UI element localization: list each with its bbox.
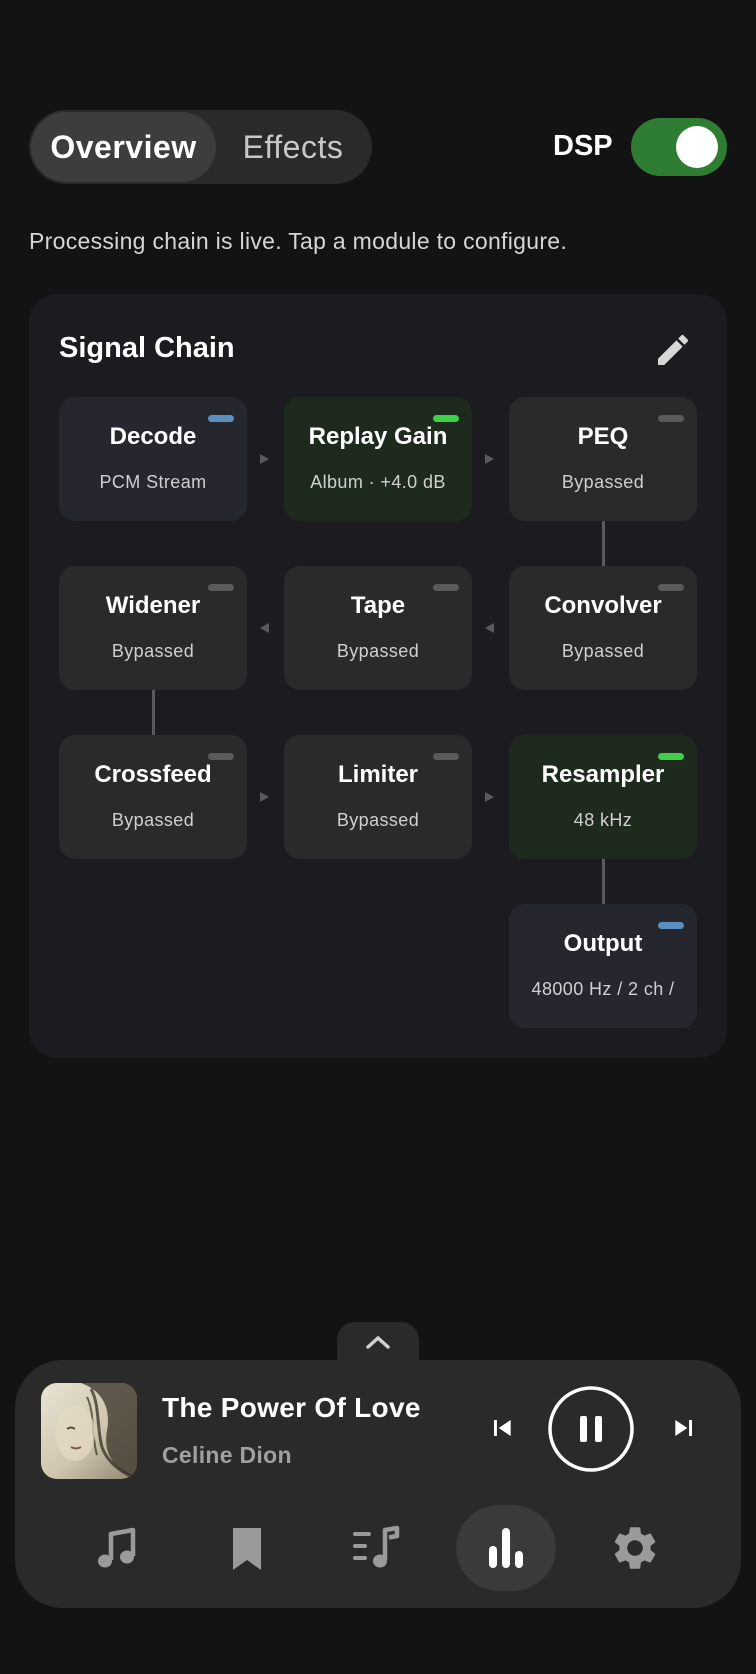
module-output[interactable]: Output 48000 Hz / 2 ch / (509, 904, 697, 1028)
module-name: Output (563, 930, 643, 957)
settings-icon (614, 1527, 656, 1569)
status-led (658, 922, 684, 929)
module-status: PCM Stream (99, 472, 207, 492)
module-name: Tape (350, 592, 406, 619)
module-name: Limiter (337, 761, 418, 788)
music-note-icon (98, 1527, 136, 1568)
skip-previous-icon (494, 1420, 511, 1436)
view-tabs: Overview Effects (29, 110, 372, 184)
module-name: Convolver (544, 592, 662, 619)
module-status: Bypassed (561, 641, 645, 661)
status-led (658, 753, 684, 760)
nav-queue[interactable] (327, 1505, 427, 1591)
module-name: PEQ (577, 423, 629, 450)
edit-chain-button[interactable] (653, 330, 693, 370)
module-limiter[interactable]: Limiter Bypassed (284, 735, 472, 859)
status-led (208, 415, 234, 422)
status-text: Processing chain is live. Tap a module t… (29, 228, 568, 254)
now-playing-bar: The Power Of Love Celine Dion (15, 1360, 741, 1608)
skip-previous-button[interactable] (486, 1412, 518, 1449)
nav-bookmarks[interactable] (197, 1505, 297, 1591)
status-led (658, 584, 684, 591)
module-status: Bypassed (336, 810, 420, 830)
module-crossfeed[interactable]: Crossfeed Bypassed (59, 735, 247, 859)
status-led (433, 753, 459, 760)
play-pause-button[interactable] (547, 1385, 635, 1478)
flow-arrow-right (260, 792, 269, 802)
signal-chain-card: Signal Chain Decode PCM Stream Replay Ga… (29, 294, 727, 1058)
module-status: Album · +4.0 dB (310, 472, 446, 492)
status-led (208, 584, 234, 591)
module-status: Bypassed (336, 641, 420, 661)
status-led (208, 753, 234, 760)
flow-connector (602, 521, 605, 566)
bookmark-icon (233, 1528, 261, 1570)
toggle-knob (676, 126, 718, 168)
status-led (658, 415, 684, 422)
status-led (433, 415, 459, 422)
flow-connector (602, 859, 605, 904)
module-tape[interactable]: Tape Bypassed (284, 566, 472, 690)
nav-settings[interactable] (585, 1505, 685, 1591)
album-art[interactable] (41, 1383, 137, 1479)
nav-equalizer[interactable] (456, 1505, 556, 1591)
module-name: Widener (105, 592, 201, 619)
skip-next-icon (675, 1420, 692, 1436)
pencil-icon (658, 334, 689, 365)
pause-icon (548, 1386, 634, 1472)
chevron-up-icon (366, 1336, 390, 1349)
module-peq[interactable]: PEQ Bypassed (509, 397, 697, 521)
module-status: Bypassed (111, 641, 195, 661)
status-led (433, 584, 459, 591)
tab-effects[interactable]: Effects (216, 112, 370, 182)
module-decode[interactable]: Decode PCM Stream (59, 397, 247, 521)
expand-player-button[interactable] (337, 1322, 419, 1364)
card-title: Signal Chain (59, 332, 235, 364)
song-title[interactable]: The Power Of Love (162, 1392, 421, 1424)
module-status: 48000 Hz / 2 ch / (531, 979, 675, 999)
module-status: Bypassed (111, 810, 195, 830)
module-name: Decode (109, 423, 197, 450)
module-widener[interactable]: Widener Bypassed (59, 566, 247, 690)
module-convolver[interactable]: Convolver Bypassed (509, 566, 697, 690)
flow-arrow-left (260, 623, 269, 633)
equalizer-icon (489, 1528, 523, 1568)
flow-arrow-left (485, 623, 494, 633)
tab-overview[interactable]: Overview (31, 112, 216, 182)
queue-music-icon (353, 1525, 400, 1568)
flow-arrow-right (260, 454, 269, 464)
module-status: Bypassed (561, 472, 645, 492)
module-resampler[interactable]: Resampler 48 kHz (509, 735, 697, 859)
dsp-label: DSP (553, 130, 613, 162)
module-name: Crossfeed (94, 761, 212, 788)
dsp-toggle[interactable] (631, 118, 727, 176)
module-name: Replay Gain (308, 423, 448, 450)
module-status: 48 kHz (573, 810, 633, 830)
skip-next-button[interactable] (668, 1412, 700, 1449)
flow-arrow-right (485, 792, 494, 802)
song-artist[interactable]: Celine Dion (162, 1442, 292, 1469)
module-replay-gain[interactable]: Replay Gain Album · +4.0 dB (284, 397, 472, 521)
nav-songs[interactable] (67, 1505, 167, 1591)
module-name: Resampler (541, 761, 665, 788)
flow-connector (152, 690, 155, 735)
flow-arrow-right (485, 454, 494, 464)
